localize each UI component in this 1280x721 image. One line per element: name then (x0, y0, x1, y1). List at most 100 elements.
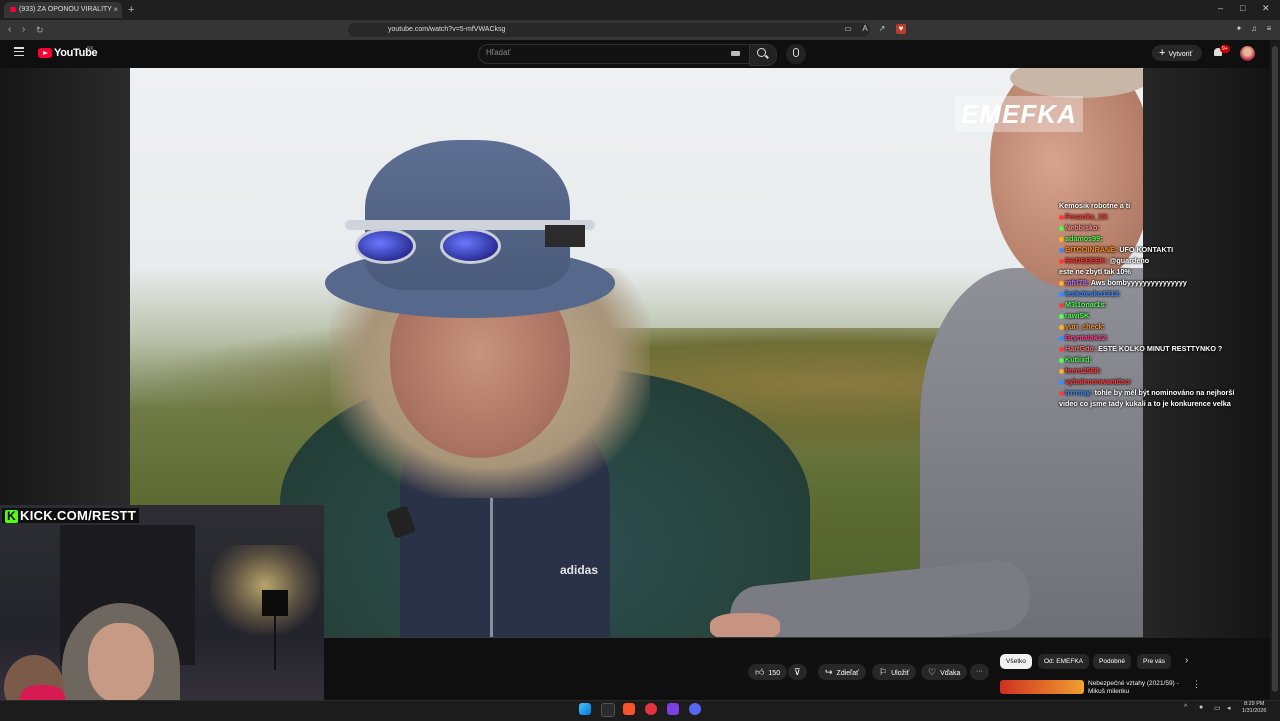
video-hand (710, 613, 780, 638)
url-field[interactable]: youtube.com/watch?v=5-mfVWACksg (348, 23, 870, 37)
like-button[interactable]: 👍︎ 150 (748, 664, 788, 680)
chat-username: HartGdo: (1065, 344, 1099, 353)
keyboard-icon[interactable] (731, 51, 740, 56)
chat-badge-icon (1059, 390, 1064, 396)
chat-message: RADEEEEK: @guardeno (1059, 255, 1249, 266)
chip-related[interactable]: Podobné (1093, 654, 1132, 669)
thumbs-down-icon: ⊽ (794, 667, 801, 677)
chat-message: Pesanka_13: (1059, 211, 1249, 222)
kick-url: KICK.COM/RESTT (20, 508, 137, 523)
save-button[interactable]: ⚐ Uložiť (872, 664, 917, 680)
user-avatar[interactable] (1240, 46, 1255, 61)
recommendation-thumbnail[interactable] (1000, 680, 1084, 694)
browser-tab[interactable]: (933) ZA OPONOU VIRALITY × (4, 2, 122, 18)
chat-text: Kemosik robotne a ti (1059, 201, 1131, 210)
close-window-button[interactable]: ✕ (1262, 3, 1270, 14)
chat-username: Kutlixd: (1065, 355, 1092, 364)
chat-message: rawiSK (1059, 310, 1249, 321)
brave-shield-icon[interactable]: ♥ (896, 24, 906, 34)
new-tab-button[interactable]: + (128, 3, 134, 17)
chat-username: Pesanka_13: (1065, 212, 1109, 221)
search-placeholder: Hľadať (486, 48, 511, 57)
chat-message: trrrmay: tohle by měl být nominováno na … (1059, 387, 1249, 409)
webcam-lamp (262, 590, 288, 616)
share-page-icon[interactable]: ↗ (877, 24, 887, 34)
create-label: Vytvoriť (1168, 51, 1193, 58)
windows-start-icon[interactable] (579, 703, 591, 715)
streamer-webcam (0, 505, 324, 720)
chat-text: Aws bombyyyyyyyyyyyyyyy (1090, 278, 1187, 287)
recommendation-title[interactable]: Nebezpečné vztahy (2021/59) - Mikuš mile… (1088, 680, 1188, 696)
notification-count-badge: 9+ (1220, 45, 1230, 53)
chat-username: trrrmay: (1065, 388, 1095, 397)
chat-message: mfrl78: Aws bombyyyyyyyyyyyyyyy (1059, 277, 1249, 288)
media-icon[interactable]: ♫ (1249, 24, 1259, 34)
youtube-logo-icon[interactable] (38, 48, 52, 58)
browser-menu-icon[interactable]: ≡ (1264, 24, 1274, 34)
chat-badge-icon (1059, 313, 1064, 319)
plus-icon: + (1159, 47, 1166, 59)
hamburger-menu-icon[interactable] (14, 47, 24, 57)
chip-all[interactable]: Všetko (1000, 654, 1032, 669)
chat-message: Nebbisko: (1059, 222, 1249, 233)
extensions-icon[interactable]: ✦ (1234, 24, 1244, 34)
bucket-hat-crown (365, 140, 570, 290)
app-icon-purple[interactable] (667, 703, 679, 715)
search-input[interactable] (478, 44, 750, 64)
search-icon (757, 48, 766, 57)
minimize-button[interactable]: – (1218, 3, 1223, 13)
share-button[interactable]: ↪ Zdieľať (818, 664, 866, 680)
app-icon-red[interactable] (645, 703, 657, 715)
shirt-logo: adidas (560, 563, 599, 577)
youtube-favicon-icon (10, 6, 16, 12)
maximize-button[interactable]: □ (1240, 3, 1245, 13)
like-count: 150 (768, 670, 781, 677)
chat-message: este ne zbytl tak 10% (1059, 266, 1249, 277)
recommendation-menu-icon[interactable]: ⋮ (1192, 679, 1201, 690)
scrollbar-thumb[interactable] (1272, 46, 1278, 692)
chat-message: Bryntalak12: (1059, 332, 1249, 343)
chat-username: feero2588: (1065, 366, 1101, 375)
chat-badge-icon (1059, 225, 1064, 231)
microphone-icon (793, 48, 799, 57)
chat-username: Bryntalak12: (1065, 333, 1109, 342)
brave-browser-icon[interactable] (623, 703, 635, 715)
system-clock[interactable]: 8:29 PM 1/31/2026 (1242, 701, 1266, 715)
chip-from-channel[interactable]: Od: EMEFKA (1038, 654, 1090, 669)
tab-title: (933) ZA OPONOU VIRALITY (19, 6, 112, 13)
tray-monitor-icon[interactable]: ▭ (1214, 704, 1221, 712)
create-button[interactable]: + Vytvoriť (1152, 45, 1202, 61)
channel-watermark: EMEFKA (955, 96, 1083, 132)
translate-icon[interactable]: A (860, 24, 870, 34)
chat-badge-icon (1059, 236, 1064, 242)
more-actions-button[interactable]: ··· (970, 664, 989, 680)
forward-icon[interactable]: › (22, 23, 25, 37)
cast-icon[interactable]: ▭ (843, 24, 853, 34)
chat-badge-icon (1059, 291, 1064, 297)
stream-chat-overlay: Kemosik robotne a ti Pesanka_13: Nebbisko… (1059, 200, 1249, 409)
thumbs-up-icon: 👍︎ (755, 667, 765, 677)
tray-mic-icon[interactable]: ● (1199, 704, 1203, 711)
chip-for-you[interactable]: Pre vás (1137, 654, 1172, 669)
task-view-icon[interactable] (601, 703, 615, 717)
chat-username: rawiSK (1065, 311, 1090, 320)
thanks-button[interactable]: ♡ Vďaka (921, 664, 968, 680)
chat-text: ESTE KOLKO MINUT RESTTYNKO ? (1098, 344, 1223, 353)
discord-icon[interactable] (689, 703, 701, 715)
country-code: SK (87, 46, 94, 52)
back-icon[interactable]: ‹ (8, 23, 11, 37)
tray-volume-icon[interactable]: ◂ (1227, 704, 1231, 712)
chips-next-icon[interactable]: › (1185, 655, 1188, 666)
bookmark-save-icon: ⚐ (879, 667, 888, 677)
chat-badge-icon (1059, 324, 1064, 330)
tray-chevron-icon[interactable]: ^ (1184, 704, 1187, 711)
tab-close-icon[interactable]: × (113, 2, 118, 18)
dislike-button[interactable]: ⊽ (788, 664, 807, 680)
chat-username: yuri_check: (1065, 322, 1105, 331)
reload-icon[interactable]: ↻ (36, 23, 44, 37)
chat-username: adamos99: (1065, 234, 1103, 243)
chat-message: leskotesko1313: (1059, 288, 1249, 299)
chat-badge-icon (1059, 368, 1064, 374)
share-label: Zdieľať (836, 670, 859, 677)
chat-message: vybalenonwanidso: (1059, 376, 1249, 387)
